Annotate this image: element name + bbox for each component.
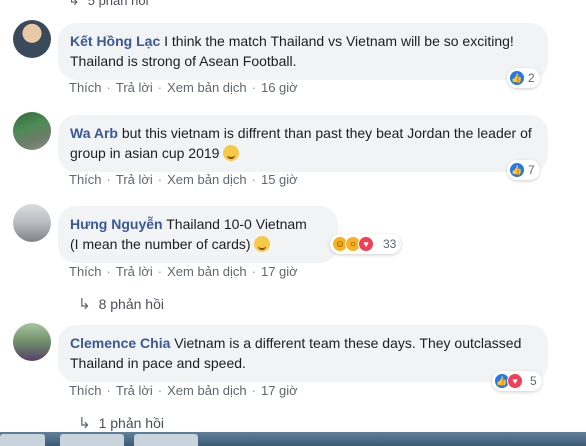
comment-actions: Thích · Trả lời · Xem bản dịch · 17 giờ — [69, 264, 298, 279]
taskbar — [0, 432, 586, 446]
translate-action[interactable]: Xem bản dịch — [167, 80, 247, 95]
comment-author[interactable]: Hưng Nguyễn — [70, 216, 163, 232]
taskbar-item[interactable] — [134, 434, 198, 446]
comment-text: Thailand 10-0 Vietnam — [166, 216, 307, 232]
reply-arrow-icon: ↳ — [68, 0, 80, 8]
comment-bubble: Hưng Nguyễn Thailand 10-0 Vietnam (I mea… — [58, 206, 338, 263]
translate-action[interactable]: Xem bản dịch — [167, 172, 247, 187]
comment-time[interactable]: 16 giờ — [261, 80, 298, 95]
reaction-summary[interactable]: ☺ ○ ♥ 33 — [330, 234, 402, 254]
comment-bubble: Clemence Chia Vietnam is a different tea… — [58, 325, 548, 382]
reply-arrow-icon: ↳ — [78, 296, 91, 313]
reaction-count: 5 — [530, 374, 537, 388]
like-action[interactable]: Thích — [69, 80, 102, 95]
comment-author[interactable]: Wa Arb — [70, 125, 118, 141]
comment-actions: Thích · Trả lời · Xem bản dịch · 15 giờ — [69, 172, 298, 187]
taskbar-item[interactable] — [60, 434, 124, 446]
comment-time[interactable]: 17 giờ — [261, 383, 298, 398]
like-action[interactable]: Thích — [69, 264, 102, 279]
laughing-emoji-icon — [254, 236, 271, 252]
avatar[interactable] — [13, 204, 51, 242]
comment-text: but this vietnam is diffrent than past t… — [70, 125, 532, 161]
reply-action[interactable]: Trả lời — [116, 172, 153, 187]
reaction-count: 33 — [383, 237, 397, 251]
view-replies-link[interactable]: ↳ 5 phản hồi — [68, 0, 148, 9]
view-replies-link[interactable]: ↳ 1 phản hồi — [78, 414, 164, 432]
view-replies-label: 5 phản hồi — [87, 0, 149, 8]
love-icon: ♥ — [507, 373, 523, 389]
reaction-summary[interactable]: 👍 2 — [507, 68, 540, 88]
translate-action[interactable]: Xem bản dịch — [167, 383, 247, 398]
avatar[interactable] — [13, 112, 51, 150]
translate-action[interactable]: Xem bản dịch — [167, 264, 247, 279]
reaction-summary[interactable]: 👍 ♥ 5 — [492, 371, 542, 391]
love-icon: ♥ — [358, 236, 374, 252]
avatar[interactable] — [13, 20, 51, 58]
view-replies-label: 1 phản hồi — [98, 415, 164, 431]
comment-text: (I mean the number of cards) — [70, 236, 251, 252]
reply-action[interactable]: Trả lời — [116, 80, 153, 95]
reaction-summary[interactable]: 👍 7 — [507, 160, 540, 180]
reply-action[interactable]: Trả lời — [116, 264, 153, 279]
comment-author[interactable]: Clemence Chia — [70, 335, 170, 351]
comment-actions: Thích · Trả lời · Xem bản dịch · 16 giờ — [69, 80, 298, 95]
taskbar-item[interactable] — [0, 434, 45, 446]
reaction-count: 2 — [528, 71, 535, 85]
view-replies-link[interactable]: ↳ 8 phản hồi — [78, 295, 164, 313]
comment-author[interactable]: Kết Hồng Lạc — [70, 33, 160, 49]
comment-bubble: Kết Hồng Lạc I think the match Thailand … — [58, 23, 548, 80]
view-replies-label: 8 phản hồi — [98, 296, 164, 312]
like-action[interactable]: Thích — [69, 172, 102, 187]
like-action[interactable]: Thích — [69, 383, 102, 398]
reaction-count: 7 — [528, 163, 535, 177]
reply-action[interactable]: Trả lời — [116, 383, 153, 398]
avatar[interactable] — [13, 323, 51, 361]
comment-time[interactable]: 17 giờ — [261, 264, 298, 279]
comment-bubble: Wa Arb but this vietnam is diffrent than… — [58, 115, 548, 172]
comment-time[interactable]: 15 giờ — [261, 172, 298, 187]
wink-emoji-icon — [223, 145, 240, 161]
reply-arrow-icon: ↳ — [78, 415, 91, 432]
comment-actions: Thích · Trả lời · Xem bản dịch · 17 giờ — [69, 383, 298, 398]
like-icon: 👍 — [509, 70, 525, 86]
like-icon: 👍 — [509, 162, 525, 178]
